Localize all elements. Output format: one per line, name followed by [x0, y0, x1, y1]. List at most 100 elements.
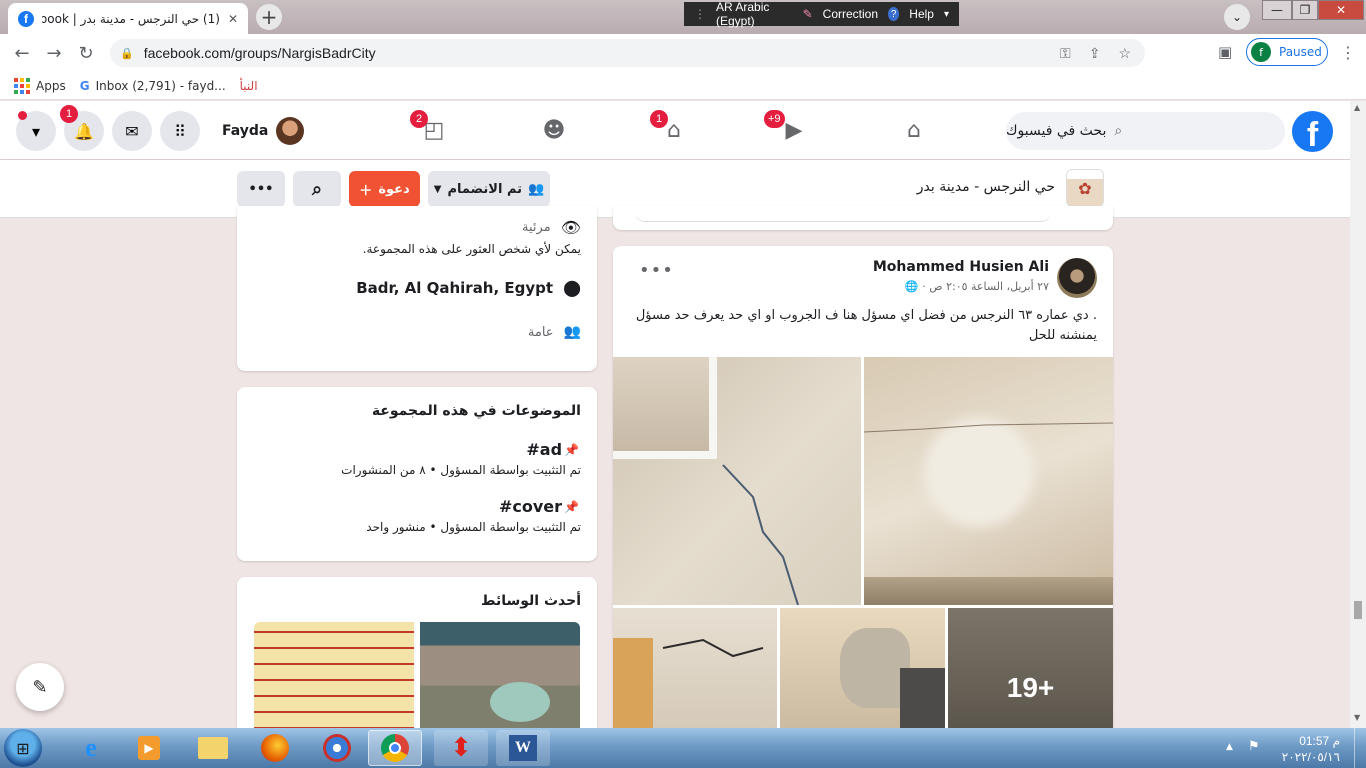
ime-help[interactable]: Help — [909, 7, 934, 21]
taskbar-explorer[interactable] — [186, 730, 240, 766]
post-author[interactable]: Mohammed Husien Ali — [873, 259, 1049, 275]
omnibox[interactable]: 🔒 facebook.com/groups/NargisBadrCity ⚿ ⇪… — [110, 39, 1145, 67]
reload-icon[interactable]: ↻ — [73, 41, 99, 65]
marketplace-icon: ⌂ — [667, 117, 681, 143]
post-author-avatar[interactable] — [1057, 258, 1097, 298]
taskbar-app2[interactable]: ⬍ — [434, 730, 488, 766]
post-photo[interactable] — [613, 608, 777, 728]
people-icon: 👥 — [563, 324, 581, 340]
nav-watch[interactable]: ▶ +9 — [764, 110, 824, 150]
bookmark-star-icon[interactable]: ☆ — [1118, 45, 1131, 62]
post-photo[interactable] — [780, 608, 945, 728]
taskbar-media[interactable]: ▶ — [122, 730, 176, 766]
help-icon: ? — [888, 7, 900, 21]
apps-grid-icon — [14, 77, 30, 94]
browser-tab[interactable]: f (1) حي النرجس - مدينة بدر | Facebook ✕ — [8, 3, 248, 34]
ime-language-bar: ⋮ AR Arabic (Egypt) ✎ Correction ? Help … — [684, 0, 959, 28]
media-thumbnail[interactable] — [420, 622, 580, 728]
page-scrollbar[interactable]: ▲ ▼ — [1350, 101, 1366, 728]
media-thumbnail[interactable] — [254, 622, 414, 728]
facebook-search-input[interactable]: ⌕ بحث في فيسبوك — [1006, 112, 1285, 150]
joined-button[interactable]: ▼ تم الانضمام 👥 — [428, 171, 550, 207]
action-center-icon[interactable]: ⚑ — [1248, 739, 1260, 754]
paused-label: Paused — [1279, 45, 1322, 59]
taskbar-word[interactable]: W — [496, 730, 550, 766]
compose-icon: ✎ — [32, 676, 48, 698]
ime-options-icon[interactable]: ▾ — [944, 9, 949, 20]
side-panel-icon[interactable]: ▣ — [1218, 43, 1232, 61]
caret-down-icon: ▼ — [433, 183, 442, 195]
topic-meta: تم التثبيت بواسطة المسؤول • منشور واحد — [366, 520, 581, 534]
location-text[interactable]: Badr, Al Qahirah, Egypt — [356, 279, 553, 297]
topics-title: الموضوعات في هذه المجموعة — [371, 403, 581, 419]
bookmark-third[interactable]: النبأ — [240, 79, 258, 93]
invite-button[interactable]: ＋ دعوة — [349, 171, 420, 207]
post-photo[interactable]: 19+ — [948, 608, 1113, 728]
chrome-menu-icon[interactable]: ⋮ — [1340, 43, 1356, 62]
post-options-icon[interactable]: ••• — [639, 260, 674, 281]
ime-correction[interactable]: Correction — [823, 7, 878, 21]
scrollbar-thumb[interactable] — [1354, 601, 1362, 619]
profile-shortcut[interactable]: Fayda — [216, 114, 310, 148]
forward-icon[interactable]: → — [41, 41, 67, 65]
tab-close-icon[interactable]: ✕ — [228, 12, 238, 26]
plus-icon: ＋ — [359, 183, 373, 199]
bookmark-inbox[interactable]: Inbox (2,791) - fayd... — [96, 79, 226, 93]
new-tab-button[interactable]: + — [256, 4, 282, 30]
nav-marketplace[interactable]: ⌂ 1 — [644, 110, 704, 150]
general-label: عامة — [527, 324, 554, 340]
post-photo[interactable] — [864, 357, 1113, 605]
menu-button[interactable]: ⠿ — [160, 111, 200, 151]
url-text[interactable]: facebook.com/groups/NargisBadrCity — [144, 45, 376, 61]
crack-line — [662, 638, 764, 658]
tab-search-icon[interactable]: ⌄ — [1224, 4, 1250, 30]
topics-card: الموضوعات في هذه المجموعة #ad 📌 تم التثب… — [237, 387, 597, 561]
crack-line — [864, 422, 1113, 433]
key-icon[interactable]: ⚿ — [1060, 45, 1071, 62]
post-text: . دي عماره ٦٣ النرجس من فضل اي مسؤل هنا … — [635, 308, 1097, 343]
messenger-button[interactable]: ✉ — [112, 111, 152, 151]
tray-arrow-icon[interactable]: ▲ — [1226, 742, 1233, 752]
close-window-button[interactable]: ✕ — [1318, 0, 1364, 20]
topic-item[interactable]: #ad 📌 — [526, 440, 579, 459]
notifications-button[interactable]: 🔔 1 — [60, 105, 104, 151]
post-photo[interactable] — [613, 357, 861, 605]
start-button[interactable]: ⊞ — [4, 729, 42, 767]
taskbar-ie[interactable]: e — [64, 730, 118, 766]
maximize-button[interactable]: ❐ — [1292, 0, 1318, 20]
nav-gaming[interactable]: ◰ 2 — [404, 110, 464, 150]
profile-paused-button[interactable]: f Paused — [1246, 38, 1328, 66]
minimize-button[interactable]: — — [1262, 0, 1292, 20]
ime-language[interactable]: AR Arabic (Egypt) — [716, 0, 793, 28]
globe-icon: 🌐 — [904, 280, 919, 293]
crack-line — [722, 464, 799, 605]
back-icon[interactable]: ← — [9, 41, 35, 65]
scroll-down-icon[interactable]: ▼ — [1354, 713, 1360, 722]
clock[interactable]: 01:57 م ٢٠٢٢/٠٥/١٦ — [1270, 733, 1340, 765]
facebook-logo[interactable]: f — [1292, 111, 1333, 152]
group-thumbnail[interactable]: ✿ — [1066, 169, 1104, 207]
group-name[interactable]: حي النرجس - مدينة بدر — [880, 179, 1055, 195]
joined-label: تم الانضمام — [447, 181, 523, 197]
account-menu-button[interactable]: ▾ — [16, 111, 56, 151]
post-time[interactable]: ٢٧ أبريل، الساعة ٢:٠٥ ص · — [922, 280, 1049, 293]
show-desktop-button[interactable] — [1354, 728, 1366, 768]
group-search-button[interactable]: ⌕ — [293, 171, 341, 207]
post-card: ••• Mohammed Husien Ali ٢٧ أبريل، الساعة… — [613, 246, 1113, 728]
scroll-up-icon[interactable]: ▲ — [1354, 103, 1360, 112]
taskbar-firefox[interactable] — [248, 730, 302, 766]
more-options-button[interactable]: ••• — [237, 171, 285, 207]
topic-item[interactable]: #cover 📌 — [499, 497, 579, 516]
new-message-button[interactable]: ✎ — [16, 663, 64, 711]
topic-tag: #cover — [498, 497, 563, 516]
previous-post-card — [613, 206, 1113, 230]
taskbar-app[interactable] — [310, 730, 364, 766]
watch-badge: +9 — [764, 110, 785, 128]
taskbar-chrome[interactable] — [368, 730, 422, 766]
nav-home[interactable]: ⌂ — [884, 110, 944, 150]
share-icon[interactable]: ⇪ — [1089, 45, 1101, 62]
nav-groups[interactable]: ☻ — [524, 110, 584, 150]
bookmark-apps[interactable]: Apps — [36, 79, 66, 93]
more-photos-count[interactable]: 19+ — [948, 672, 1113, 704]
folder-icon — [198, 737, 228, 759]
